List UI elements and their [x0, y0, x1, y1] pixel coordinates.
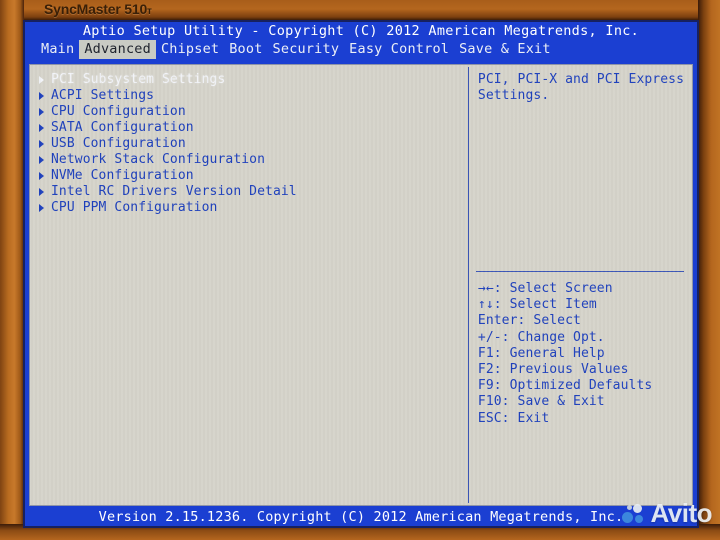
- submenu-arrow-icon: [39, 156, 44, 164]
- tab-easy-control[interactable]: Easy Control: [344, 40, 454, 59]
- option-cpu-configuration[interactable]: CPU Configuration: [36, 104, 468, 120]
- help-line-1: PCI, PCI-X and PCI Express: [477, 72, 684, 87]
- option-label: NVMe Configuration: [51, 168, 194, 183]
- help-keys-separator: [475, 271, 684, 272]
- tab-security[interactable]: Security: [268, 40, 345, 59]
- option-pci-subsystem-settings[interactable]: PCI Subsystem Settings: [36, 72, 468, 88]
- monitor-brand-label: SyncMaster 510т: [44, 1, 152, 17]
- avito-wordmark: Avito: [650, 498, 712, 528]
- submenu-arrow-icon: [39, 204, 44, 212]
- submenu-arrow-icon: [39, 76, 44, 84]
- avito-watermark: Avito: [622, 500, 712, 526]
- key-change-opt: +/-: Change Opt.: [477, 329, 605, 345]
- key-select-screen: →←: Select Screen: [477, 281, 613, 296]
- submenu-arrow-icon: [39, 108, 44, 116]
- avito-logo-icon: [622, 502, 648, 524]
- submenu-arrow-icon: [39, 188, 44, 196]
- key-enter-select: Enter: Select: [477, 313, 581, 329]
- monitor-brand-suffix: т: [147, 6, 152, 17]
- bios-title: Aptio Setup Utility - Copyright (C) 2012…: [82, 23, 640, 39]
- tab-save-and-exit[interactable]: Save & Exit: [454, 40, 556, 59]
- key-f9-optimized-defaults: F9: Optimized Defaults: [477, 378, 653, 394]
- tab-advanced[interactable]: Advanced: [79, 40, 156, 59]
- option-acpi-settings[interactable]: ACPI Settings: [36, 88, 468, 104]
- bios-body: PCI Subsystem Settings ACPI Settings CPU…: [29, 64, 693, 506]
- monitor-bezel-right: [698, 0, 720, 540]
- key-legend: →←: Select Screen ↑↓: Select Item Enter:…: [478, 281, 652, 427]
- avito-dot-large-blue: [622, 512, 634, 523]
- tab-chipset[interactable]: Chipset: [156, 40, 224, 59]
- option-sata-configuration[interactable]: SATA Configuration: [36, 120, 468, 136]
- key-f2-previous-values: F2: Previous Values: [477, 362, 629, 378]
- monitor-bezel-left: [0, 0, 24, 540]
- tab-main[interactable]: Main: [36, 40, 79, 59]
- key-select-item: ↑↓: Select Item: [477, 297, 597, 313]
- option-label: CPU PPM Configuration: [51, 200, 218, 215]
- bios-menu-bar: Main Advanced Chipset Boot Security Easy Cont…: [23, 40, 699, 59]
- option-nvme-configuration[interactable]: NVMe Configuration: [36, 168, 468, 184]
- submenu-arrow-icon: [39, 124, 44, 132]
- bios-title-bar: Aptio Setup Utility - Copyright (C) 2012…: [23, 20, 699, 40]
- key-f1-general-help: F1: General Help: [477, 345, 605, 361]
- key-esc-exit: ESC: Exit: [477, 410, 550, 426]
- option-network-stack-configuration[interactable]: Network Stack Configuration: [36, 152, 468, 168]
- option-label: CPU Configuration: [51, 104, 186, 119]
- avito-dot-small-light: [627, 505, 633, 510]
- submenu-arrow-icon: [39, 172, 44, 180]
- help-line-2: Settings.: [477, 88, 550, 103]
- crt-screen: Aptio Setup Utility - Copyright (C) 2012…: [23, 20, 699, 528]
- option-label: Network Stack Configuration: [51, 152, 266, 167]
- bios-version-text: Version 2.15.1236. Copyright (C) 2012 Am…: [98, 509, 624, 525]
- option-label: Intel RC Drivers Version Detail: [51, 184, 297, 199]
- option-cpu-ppm-configuration[interactable]: CPU PPM Configuration: [36, 200, 468, 216]
- option-label: PCI Subsystem Settings: [51, 72, 226, 87]
- monitor-photo: SyncMaster 510т Aptio Setup Utility - Co…: [0, 0, 720, 540]
- bios-help-pane: PCI, PCI-X and PCI Express Settings. →←:…: [469, 65, 692, 505]
- submenu-arrow-icon: [39, 92, 44, 100]
- tab-boot[interactable]: Boot: [224, 40, 267, 59]
- option-label: USB Configuration: [51, 136, 186, 151]
- help-description: PCI, PCI-X and PCI Express Settings.: [478, 72, 684, 104]
- option-usb-configuration[interactable]: USB Configuration: [36, 136, 468, 152]
- option-label: SATA Configuration: [51, 120, 194, 135]
- bios-footer-bar: Version 2.15.1236. Copyright (C) 2012 Am…: [23, 506, 699, 528]
- option-intel-rc-drivers-version-detail[interactable]: Intel RC Drivers Version Detail: [36, 184, 468, 200]
- monitor-brand-name: SyncMaster 510: [44, 1, 148, 17]
- bios-setup-utility: Aptio Setup Utility - Copyright (C) 2012…: [23, 20, 699, 528]
- bios-options-pane: PCI Subsystem Settings ACPI Settings CPU…: [30, 65, 468, 505]
- key-f10-save-and-exit: F10: Save & Exit: [477, 394, 605, 410]
- avito-dot-large-light: [633, 504, 643, 513]
- submenu-arrow-icon: [39, 140, 44, 148]
- avito-dot-small-blue: [635, 515, 644, 523]
- option-label: ACPI Settings: [51, 88, 155, 103]
